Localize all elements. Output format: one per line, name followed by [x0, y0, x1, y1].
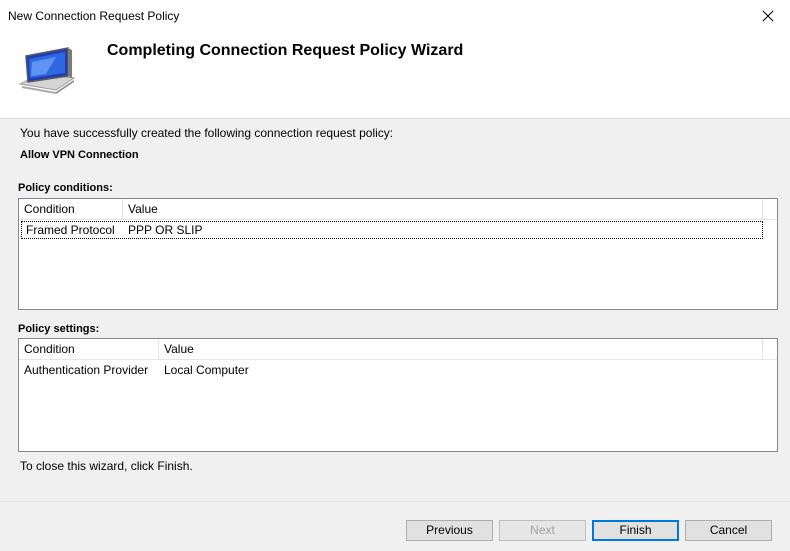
title-bar: New Connection Request Policy: [0, 0, 790, 32]
window-title: New Connection Request Policy: [8, 9, 179, 23]
table-row[interactable]: Authentication Provider Local Computer: [19, 361, 777, 379]
column-header-condition[interactable]: Condition: [19, 339, 159, 359]
close-button[interactable]: [746, 0, 790, 32]
policy-conditions-label: Policy conditions:: [18, 182, 113, 194]
column-header-value[interactable]: Value: [159, 339, 763, 359]
value-cell: PPP OR SLIP: [123, 221, 202, 239]
column-header-value[interactable]: Value: [123, 199, 763, 219]
condition-cell: Framed Protocol: [21, 221, 115, 239]
close-icon: [762, 10, 774, 22]
policy-settings-label: Policy settings:: [18, 323, 99, 335]
monitor-icon: [16, 46, 78, 96]
policy-name: Allow VPN Connection: [20, 149, 139, 161]
list-header: Condition Value: [19, 199, 777, 220]
value-cell: Local Computer: [159, 361, 249, 379]
policy-conditions-list[interactable]: Condition Value Framed Protocol PPP OR S…: [18, 198, 778, 310]
condition-cell: Authentication Provider: [19, 361, 148, 379]
next-button[interactable]: Next: [499, 520, 586, 541]
column-header-condition[interactable]: Condition: [19, 199, 123, 219]
wizard-header: Completing Connection Request Policy Wiz…: [0, 32, 790, 119]
table-row[interactable]: Framed Protocol PPP OR SLIP: [21, 221, 763, 239]
wizard-title: Completing Connection Request Policy Wiz…: [107, 42, 463, 60]
cancel-button[interactable]: Cancel: [685, 520, 772, 541]
summary-text: You have successfully created the follow…: [20, 126, 393, 140]
finish-button[interactable]: Finish: [592, 520, 679, 541]
policy-settings-list[interactable]: Condition Value Authentication Provider …: [18, 338, 778, 452]
button-bar: Previous Next Finish Cancel: [0, 501, 790, 551]
close-instruction: To close this wizard, click Finish.: [20, 459, 193, 473]
wizard-content: You have successfully created the follow…: [0, 119, 790, 501]
previous-button[interactable]: Previous: [406, 520, 493, 541]
wizard-window: New Connection Request Policy Completing…: [0, 0, 790, 550]
list-header: Condition Value: [19, 339, 777, 360]
